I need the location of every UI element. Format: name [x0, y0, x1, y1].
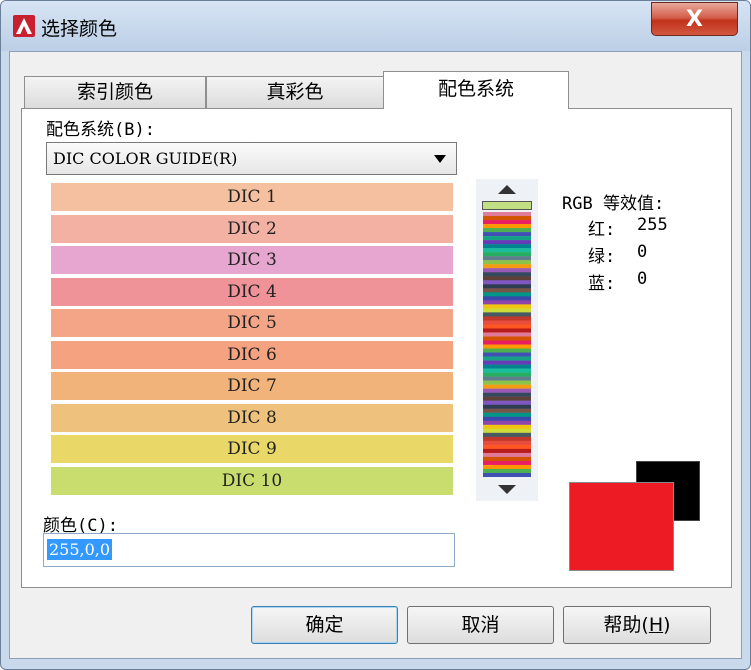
swatch-4[interactable]: DIC 4	[51, 277, 453, 306]
chevron-down-icon	[434, 155, 446, 163]
color-book-dropdown[interactable]: DIC COLOR GUIDE(R)	[46, 142, 457, 175]
cancel-button[interactable]: 取消	[407, 606, 554, 644]
swatch-2[interactable]: DIC 2	[51, 214, 453, 243]
scroll-down-arrow-icon[interactable]	[498, 485, 516, 494]
swatch-3[interactable]: DIC 3	[51, 246, 453, 274]
rgb-green-value: 0	[637, 242, 648, 262]
scroll-up-arrow-icon[interactable]	[498, 185, 516, 194]
tab-color-books[interactable]: 配色系统	[383, 71, 569, 109]
window-title: 选择颜色	[41, 18, 118, 40]
color-scrollbar[interactable]	[476, 179, 538, 501]
close-icon: X	[686, 7, 703, 32]
close-button[interactable]: X	[651, 2, 738, 36]
dialog-body: 索引颜色 真彩色 配色系统 配色系统(B): DIC COLOR GUIDE(R…	[9, 51, 742, 659]
title-bar[interactable]: 选择颜色 X	[1, 1, 750, 51]
tab-index-color[interactable]: 索引颜色	[24, 76, 206, 108]
swatch-6[interactable]: DIC 6	[51, 340, 453, 369]
swatch-5[interactable]: DIC 5	[51, 309, 453, 337]
swatch-10[interactable]: DIC 10	[51, 466, 453, 495]
rgb-red-label: 红:	[588, 220, 616, 240]
color-input[interactable]: 255,0,0	[43, 533, 455, 567]
rgb-equivalent-heading: RGB 等效值:	[562, 194, 665, 214]
swatch-7[interactable]: DIC 7	[51, 372, 453, 400]
rgb-green-label: 绿:	[588, 247, 616, 267]
swatch-9[interactable]: DIC 9	[51, 435, 453, 463]
help-button[interactable]: 帮助(H)	[563, 606, 711, 644]
scroll-thumb[interactable]	[482, 201, 532, 210]
select-color-dialog: 选择颜色 X 索引颜色 真彩色 配色系统 配色系统(B): DIC COLOR …	[0, 0, 751, 670]
new-color-preview	[569, 482, 674, 571]
rgb-blue-value: 0	[637, 269, 648, 289]
swatch-8[interactable]: DIC 8	[51, 403, 453, 432]
autocad-logo-icon	[13, 15, 35, 37]
color-book-selected: DIC COLOR GUIDE(R)	[53, 149, 238, 168]
color-book-label: 配色系统(B):	[46, 120, 155, 140]
rgb-blue-label: 蓝:	[588, 274, 616, 294]
color-input-value: 255,0,0	[47, 539, 113, 560]
rgb-red-value: 255	[637, 215, 668, 235]
color-strip[interactable]	[483, 212, 531, 477]
swatch-1[interactable]: DIC 1	[51, 183, 453, 211]
ok-button[interactable]: 确定	[251, 606, 398, 644]
tab-true-color[interactable]: 真彩色	[206, 76, 384, 108]
